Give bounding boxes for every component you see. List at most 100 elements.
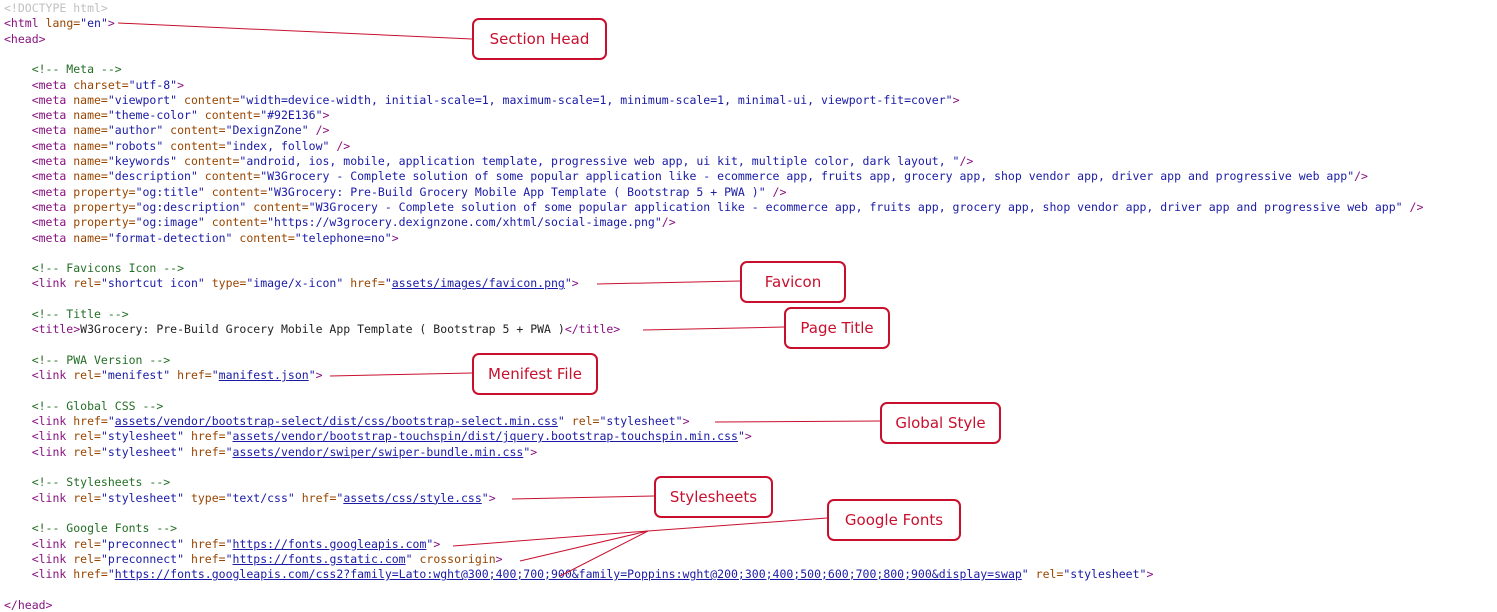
code-token: content= xyxy=(177,92,240,107)
code-token: "stylesheet" xyxy=(100,444,185,459)
code-line: <!-- PWA Version --> xyxy=(4,353,170,367)
code-link[interactable]: assets/vendor/bootstrap-touchspin/dist/j… xyxy=(233,429,738,443)
code-token: <meta xyxy=(4,138,67,153)
code-token: property= xyxy=(66,215,136,230)
code-link[interactable]: assets/images/favicon.png xyxy=(392,276,565,290)
code-token: "stylesheet" xyxy=(100,490,185,505)
code-token: name= xyxy=(66,154,108,168)
code-token: "telephone=no" xyxy=(294,230,392,245)
code-token: " xyxy=(1021,567,1029,582)
code-line: <link rel="stylesheet" href="assets/vend… xyxy=(4,444,538,459)
code-link[interactable]: assets/vendor/swiper/swiper-bundle.min.c… xyxy=(233,445,524,459)
code-token: href= xyxy=(184,429,226,444)
code-token: href= xyxy=(184,536,226,551)
code-token: </title> xyxy=(564,322,621,337)
code-token: > xyxy=(315,368,323,383)
code-token: "stylesheet" xyxy=(599,414,683,429)
code-line: <meta name="viewport" content="width=dev… xyxy=(4,93,960,107)
code-link[interactable]: https://fonts.googleapis.com/css2?family… xyxy=(115,567,1022,581)
code-token: <!-- Title --> xyxy=(4,307,129,321)
code-token: /> xyxy=(661,215,676,230)
code-token: "theme-color" xyxy=(107,108,198,123)
code-link[interactable]: https://fonts.gstatic.com xyxy=(233,552,406,566)
code-link[interactable]: assets/vendor/bootstrap-select/dist/css/… xyxy=(115,414,558,428)
code-line: </head> xyxy=(4,598,52,612)
code-token: content= xyxy=(204,184,268,199)
code-token: "format-detection" xyxy=(107,230,233,245)
code-line: <meta charset="utf-8"> xyxy=(4,78,184,92)
code-token: > xyxy=(391,230,399,245)
code-link[interactable]: assets/css/style.css xyxy=(343,491,481,505)
code-line: <meta name="description" content="W3Groc… xyxy=(4,169,1368,183)
code-line: <meta name="keywords" content="android, … xyxy=(4,154,974,168)
code-line: <link href= "https://fonts.googleapis.com… xyxy=(4,567,1154,582)
code-line: <!-- Title --> xyxy=(4,307,129,321)
code-token: href= xyxy=(184,444,226,459)
code-token: "#92E136" xyxy=(260,108,323,123)
code-line: <link rel="menifest" href="manifest.json… xyxy=(4,368,323,382)
code-token: "index, follow" xyxy=(225,138,330,153)
code-token: > xyxy=(682,414,690,429)
callout-page-title: Page Title xyxy=(784,307,890,349)
code-token: "og:image" xyxy=(135,215,205,230)
code-token: <link xyxy=(4,429,67,444)
code-line: <meta property="og:description" content=… xyxy=(4,199,1424,214)
code-token: > xyxy=(433,536,441,551)
code-token: href= xyxy=(66,567,108,582)
code-line: <!-- Favicons Icon --> xyxy=(4,261,184,275)
code-token: > xyxy=(530,444,538,459)
code-token: content= xyxy=(163,123,226,138)
code-token: " xyxy=(107,414,115,429)
code-token: rel= xyxy=(66,536,101,551)
code-token: <link xyxy=(4,567,67,582)
code-token: charset= xyxy=(66,77,129,92)
code-line: <html lang="en"> xyxy=(4,16,115,30)
code-token: href= xyxy=(184,551,226,566)
code-line: <link href="assets/vendor/bootstrap-sele… xyxy=(4,414,690,428)
code-token: <!-- Meta --> xyxy=(4,62,122,77)
code-token: <meta xyxy=(4,77,67,92)
callout-google-fonts: Google Fonts xyxy=(827,499,961,541)
code-link[interactable]: manifest.json xyxy=(219,368,309,382)
code-token: content= xyxy=(197,108,261,123)
code-token: <!-- Stylesheets --> xyxy=(4,475,171,490)
code-token: " xyxy=(225,551,233,566)
code-link[interactable]: https://fonts.googleapis.com xyxy=(233,537,427,551)
code-token: /> xyxy=(765,184,787,199)
code-token: /> xyxy=(1402,199,1424,214)
code-token: </head> xyxy=(4,597,53,612)
code-token: rel= xyxy=(66,368,101,383)
code-token: "preconnect" xyxy=(100,536,185,551)
code-line: <meta name="author" content="DexignZone"… xyxy=(4,123,330,138)
code-token: W3Grocery: Pre-Build Grocery Mobile App … xyxy=(80,322,565,337)
code-token: rel= xyxy=(66,551,101,566)
code-token: " xyxy=(557,414,565,429)
code-token: <link xyxy=(4,490,67,505)
code-token: property= xyxy=(66,199,136,214)
code-token: name= xyxy=(66,92,108,107)
code-token: > xyxy=(177,77,185,92)
code-token: > xyxy=(1146,567,1154,582)
code-token: " xyxy=(225,429,233,444)
code-token: "width=device-width, initial-scale=1, ma… xyxy=(239,92,953,107)
code-line: <meta property="og:title" content="W3Gro… xyxy=(4,184,787,199)
code-token: <!-- Google Fonts --> xyxy=(4,521,178,536)
code-token: <link xyxy=(4,551,67,566)
code-token: rel= xyxy=(66,490,101,505)
code-token: href= xyxy=(294,490,337,505)
code-token: name= xyxy=(66,108,108,123)
code-token: <!-- Favicons Icon --> xyxy=(4,261,185,276)
code-line: <!DOCTYPE html> xyxy=(4,1,108,15)
code-token: <meta xyxy=(4,154,67,168)
code-token: > xyxy=(488,490,496,505)
code-token: rel= xyxy=(66,276,101,291)
code-token: crossorigin xyxy=(412,551,496,566)
code-token: "android, ios, mobile, application templ… xyxy=(239,154,960,168)
code-line: <meta name="format-detection" content="t… xyxy=(4,231,399,245)
code-line: <title>W3Grocery: Pre-Build Grocery Mobi… xyxy=(4,322,621,337)
code-token: <title> xyxy=(4,322,81,337)
code-token: " xyxy=(737,429,745,444)
code-token: > xyxy=(571,276,579,291)
code-token: /> xyxy=(329,138,351,153)
callout-stylesheets: Stylesheets xyxy=(654,476,773,518)
